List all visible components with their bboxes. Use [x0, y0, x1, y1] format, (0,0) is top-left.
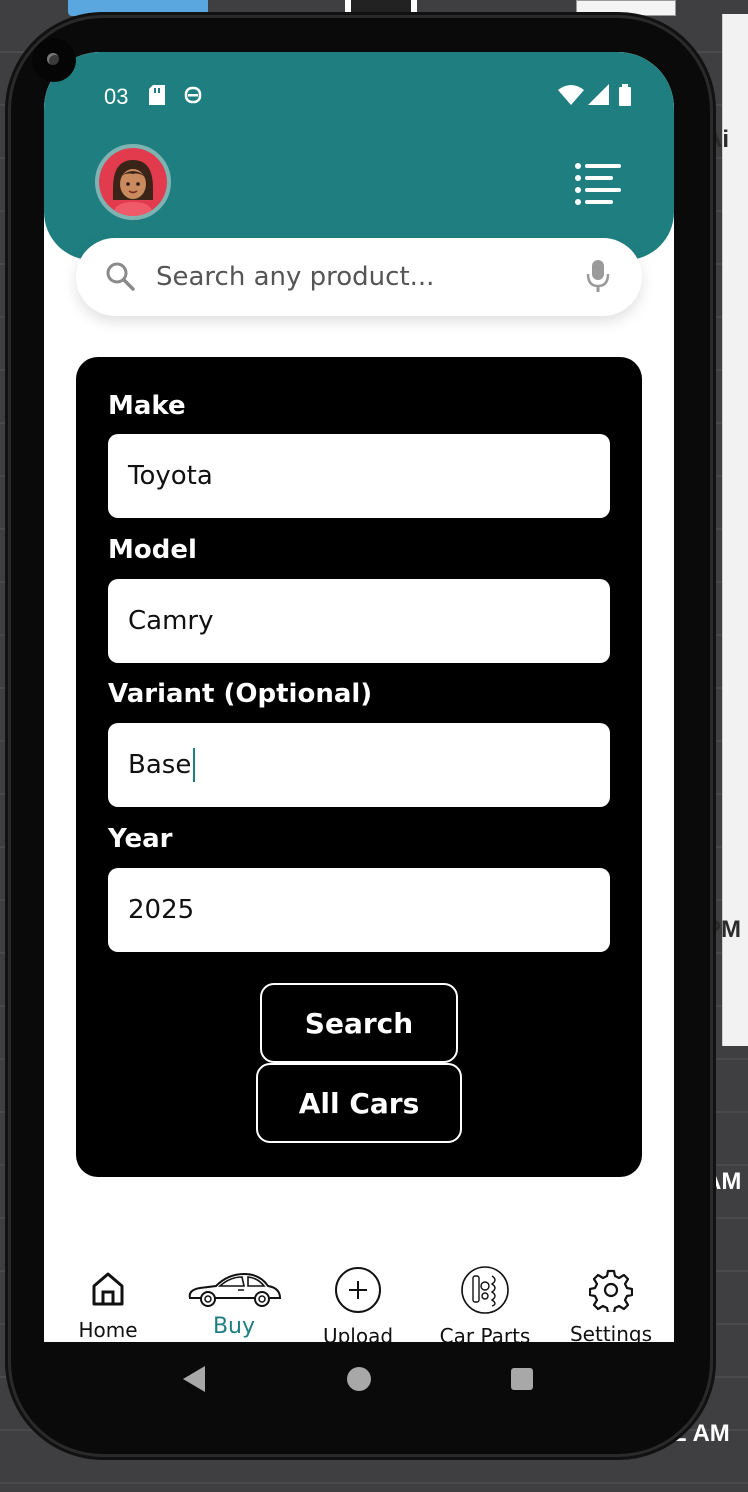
background-window-thumbnail	[345, 0, 417, 16]
nav-item-settings[interactable]: Settings	[564, 1268, 658, 1342]
nav-item-upload[interactable]: Upload	[316, 1266, 400, 1342]
home-circle-icon[interactable]	[346, 1366, 372, 1396]
model-label: Model	[108, 535, 197, 565]
nav-item-buy[interactable]: Buy	[186, 1268, 282, 1339]
variant-field[interactable]: Base	[108, 723, 610, 807]
bottom-navigation: Home Buy Upload Car Parts Settings	[44, 1242, 674, 1342]
car-icon	[186, 1268, 282, 1314]
back-icon[interactable]	[181, 1364, 207, 1398]
nav-label-home: Home	[78, 1318, 138, 1342]
wifi-icon	[558, 84, 584, 110]
search-icon	[104, 260, 136, 296]
background-panel: Ai PM	[705, 14, 748, 1046]
system-navigation-bar	[44, 1342, 674, 1418]
gear-icon	[588, 1268, 634, 1316]
battery-icon	[618, 84, 632, 110]
search-button[interactable]: Search	[260, 983, 458, 1063]
background-text: PM	[705, 916, 741, 943]
search-input[interactable]	[156, 256, 556, 298]
phone-frame: 03 Search any product... Make Toyota Mod…	[11, 18, 710, 1454]
text-cursor	[193, 748, 196, 782]
menu-icon[interactable]	[574, 162, 624, 206]
front-camera	[32, 38, 76, 82]
app-screen: 03 Search any product... Make Toyota Mod…	[44, 52, 674, 1342]
avatar[interactable]	[95, 144, 171, 220]
make-label: Make	[108, 391, 186, 421]
sd-card-icon	[148, 84, 166, 110]
status-bar: 03	[44, 82, 674, 110]
year-field[interactable]: 2025	[108, 868, 610, 952]
year-label: Year	[108, 824, 173, 854]
nav-label-buy: Buy	[212, 1314, 256, 1339]
search-bar[interactable]	[76, 238, 642, 316]
all-cars-button[interactable]: All Cars	[256, 1063, 462, 1143]
nav-item-car-parts[interactable]: Car Parts	[434, 1266, 536, 1342]
year-value: 2025	[128, 895, 195, 925]
status-time: 03	[104, 84, 129, 109]
variant-label: Variant (Optional)	[108, 679, 373, 709]
nav-item-home[interactable]: Home	[70, 1268, 146, 1342]
nav-label-settings: Settings	[569, 1322, 653, 1342]
car-search-form: Make Toyota Model Camry Variant (Optiona…	[76, 357, 642, 1177]
signal-icon	[588, 84, 610, 110]
model-value: Camry	[128, 606, 214, 636]
nav-label-car-parts: Car Parts	[439, 1324, 531, 1342]
car-parts-icon	[460, 1266, 510, 1318]
variant-value: Base	[128, 750, 192, 780]
model-field[interactable]: Camry	[108, 579, 610, 663]
background-window-thumbnail	[576, 0, 676, 16]
background-window	[68, 0, 208, 16]
microphone-icon[interactable]	[584, 258, 612, 298]
plus-circle-icon	[334, 1266, 382, 1318]
recents-icon[interactable]	[510, 1367, 534, 1395]
nav-label-upload: Upload	[322, 1324, 394, 1342]
accessibility-icon	[184, 84, 202, 110]
make-value: Toyota	[128, 461, 213, 491]
make-field[interactable]: Toyota	[108, 434, 610, 518]
home-icon	[88, 1268, 128, 1312]
